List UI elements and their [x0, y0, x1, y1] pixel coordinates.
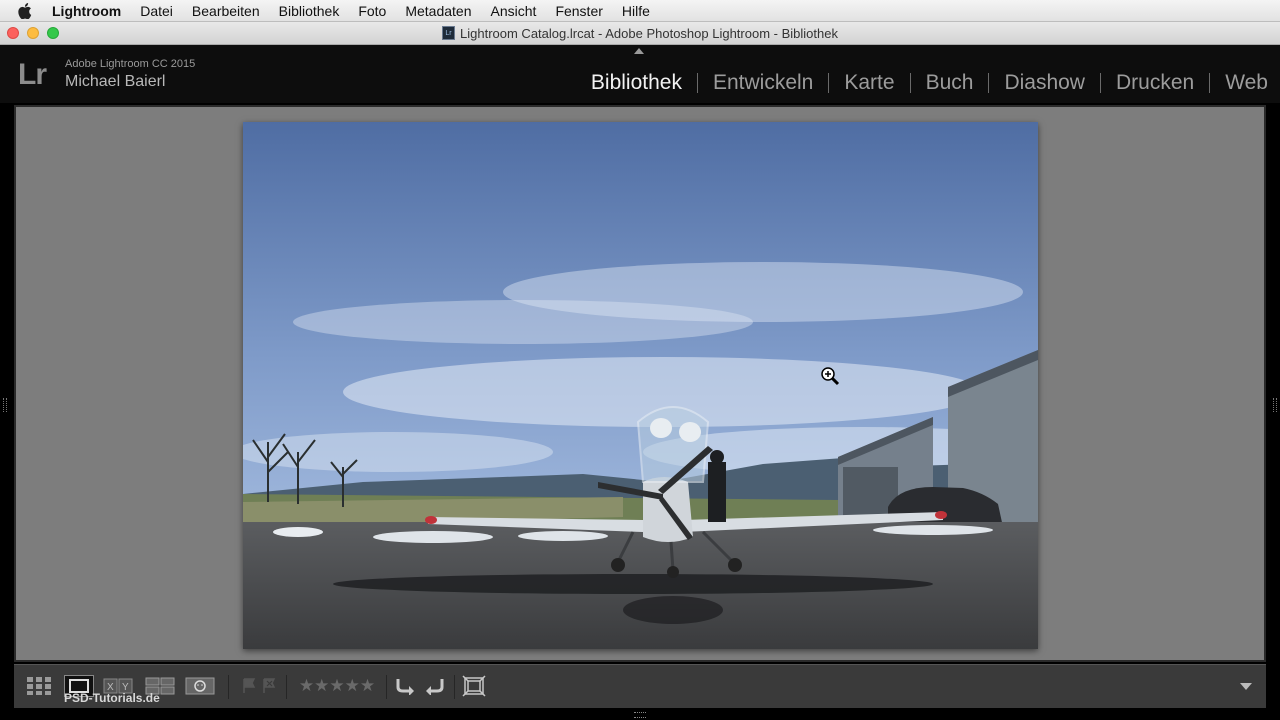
- module-drucken[interactable]: Drucken: [1101, 71, 1209, 95]
- module-karte[interactable]: Karte: [829, 71, 909, 95]
- window-controls: [7, 27, 59, 39]
- toolbar-menu-icon[interactable]: [1240, 683, 1252, 690]
- people-view-icon[interactable]: [184, 675, 216, 697]
- rotate-right-icon[interactable]: [422, 675, 448, 697]
- window-titlebar: Lr Lightroom Catalog.lrcat - Adobe Photo…: [0, 22, 1280, 45]
- toolbar-divider: [228, 675, 229, 699]
- toolbar-divider: [286, 675, 287, 699]
- menu-fenster[interactable]: Fenster: [555, 3, 602, 19]
- rotate-left-icon[interactable]: [392, 675, 418, 697]
- window-title: Lightroom Catalog.lrcat - Adobe Photosho…: [460, 25, 838, 41]
- window-zoom-button[interactable]: [47, 27, 59, 39]
- user-name: Michael Baierl: [65, 73, 166, 90]
- top-panel-toggle-icon[interactable]: [634, 48, 644, 54]
- menu-bearbeiten[interactable]: Bearbeiten: [192, 3, 260, 19]
- grid-view-icon[interactable]: [24, 675, 54, 697]
- loupe-view-area[interactable]: [14, 105, 1266, 662]
- window-minimize-button[interactable]: [27, 27, 39, 39]
- module-picker: Bibliothek Entwickeln Karte Buch Diashow…: [576, 71, 1280, 95]
- menu-datei[interactable]: Datei: [140, 3, 173, 19]
- star-rating-icon[interactable]: ★★★★★: [292, 675, 382, 697]
- module-web[interactable]: Web: [1210, 71, 1280, 95]
- flag-controls: [238, 675, 282, 697]
- product-name: Adobe Lightroom CC 2015: [65, 58, 196, 70]
- crop-icon[interactable]: [461, 675, 487, 697]
- watermark-text: PSD-Tutorials.de: [64, 691, 160, 705]
- macos-menubar: Lightroom Datei Bearbeiten Bibliothek Fo…: [0, 0, 1280, 22]
- left-panel-toggle-icon[interactable]: [3, 398, 7, 412]
- airplane-photo-image: [243, 122, 1038, 649]
- catalog-file-icon: Lr: [442, 26, 456, 40]
- toolbar-divider: [386, 675, 387, 699]
- flag-pick-icon: [243, 678, 256, 693]
- menu-foto[interactable]: Foto: [358, 3, 386, 19]
- menu-metadaten[interactable]: Metadaten: [405, 3, 471, 19]
- loupe-photo[interactable]: [243, 122, 1038, 649]
- menu-bibliothek[interactable]: Bibliothek: [279, 3, 340, 19]
- module-bibliothek[interactable]: Bibliothek: [576, 71, 697, 95]
- module-buch[interactable]: Buch: [911, 71, 989, 95]
- bottom-panel-toggle-icon[interactable]: [634, 712, 646, 718]
- bottom-toolbar: XY ★★★★★ PSD-Tutorials.de: [14, 664, 1266, 708]
- menu-lightroom[interactable]: Lightroom: [52, 3, 121, 19]
- right-panel-toggle-icon[interactable]: [1273, 398, 1277, 412]
- module-diashow[interactable]: Diashow: [989, 71, 1100, 95]
- lightroom-logo: Lr: [18, 58, 47, 91]
- module-entwickeln[interactable]: Entwickeln: [698, 71, 828, 95]
- toolbar-divider: [454, 675, 455, 699]
- window-close-button[interactable]: [7, 27, 19, 39]
- flag-reject-icon: [263, 678, 276, 693]
- menu-hilfe[interactable]: Hilfe: [622, 3, 650, 19]
- apple-icon[interactable]: [18, 2, 38, 19]
- menu-ansicht[interactable]: Ansicht: [491, 3, 537, 19]
